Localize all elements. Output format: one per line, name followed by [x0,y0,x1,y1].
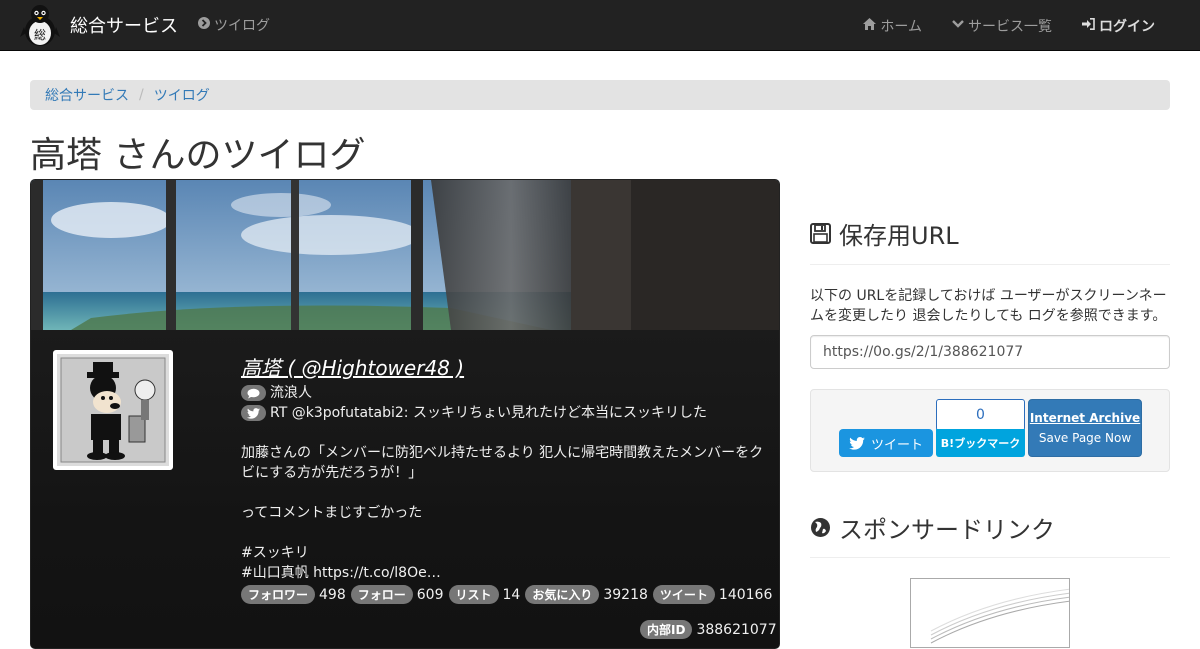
nav-item-services-label: サービス一覧 [968,18,1052,35]
brand-title: 総合サービス [70,16,178,37]
hatena-bookmark-button[interactable]: B!ブックマーク [936,429,1025,457]
internet-archive-button[interactable]: Internet Archive Save Page Now [1028,399,1142,457]
stat-tweets-label: ツイート [652,585,715,604]
profile-location: 流浪人 [270,385,312,401]
tweet-share-label: ツイート [870,437,923,453]
svg-text:総: 総 [34,28,46,42]
stat-followers-label: フォロワー [241,585,316,604]
profile-location-row: 流浪人 [241,383,771,403]
profile-info: 高塔 ( @Hightower48 ) 流浪人 RT @k3pofutatabi… [241,352,773,604]
stat-favorites-label: お気に入り [525,585,600,604]
page-title: 高塔 さんのツイログ [30,135,366,176]
internet-archive-subtitle: Save Page Now [1038,431,1132,445]
nav-item-login-label: ログイン [1099,18,1155,35]
share-buttons-panel: ツイート 0 B!ブックマーク Internet Archive Save Pa… [810,389,1170,472]
nav-item-home[interactable]: ホーム [848,16,937,36]
tweet-line-8: #山口真帆 https://t.co/l8Oe… [241,565,441,581]
nav-right-menu: ホーム サービス一覧 ログイン [848,0,1200,51]
save-url-description: 以下の URLを記録しておけば ユーザーがスクリーンネームを変更したり 退会した… [810,288,1167,324]
tweet-line-4 [241,483,771,503]
save-url-input[interactable] [810,335,1170,369]
divider [810,557,1170,558]
tweet-line-3: 加藤さんの「メンバーに防犯ベル持たせるより 犯人に帰宅時間教えたメンバーをクビに… [241,445,764,481]
nav-item-home-label: ホーム [880,18,922,35]
profile-latest-tweet-row: RT @k3pofutatabi2: スッキリちょい見れたけど本当にスッキリした [241,403,771,423]
stat-favorites-value: 39218 [603,586,648,603]
floppy-disk-icon [810,223,831,244]
globe-icon [810,517,831,538]
stat-tweets-value: 140166 [718,586,773,603]
penguin-logo-icon: 総 [20,3,60,47]
stat-following-value: 609 [416,586,444,603]
sign-in-icon [1082,17,1095,34]
stat-lists-value: 14 [502,586,521,603]
tweet-line-1: RT @k3pofutatabi2: スッキリちょい見れたけど本当にスッキリした [270,405,707,421]
profile-stats: フォロワー 498 フォロー 609 リスト 14 お気に入り 39218 ツイ… [241,585,773,604]
save-url-heading: 保存用URL [810,216,959,251]
sponsored-links-title: スポンサードリンク [839,516,1055,544]
chevron-down-icon [952,18,964,33]
brand-link[interactable]: 総 総合サービス [20,0,178,51]
divider [810,264,1170,265]
profile-banner-image [31,180,779,330]
save-url-title: 保存用URL [839,222,959,250]
tweet-line-5: ってコメントまじすごかった [241,505,423,521]
breadcrumb-separator: / [139,87,144,103]
tweet-body: 加藤さんの「メンバーに防犯ベル持たせるより 犯人に帰宅時間教えたメンバーをクビに… [241,423,771,583]
internet-archive-title: Internet Archive [1029,411,1141,425]
tweet-line-2 [241,423,771,443]
hatena-bookmark-count[interactable]: 0 [936,399,1025,431]
breadcrumb: 総合サービス / ツイログ [30,80,1170,110]
stat-following-label: フォロー [350,585,413,604]
sponsored-ad-banner[interactable] [910,578,1070,648]
breadcrumb-link-home[interactable]: 総合サービス [45,85,129,105]
tweet-share-button[interactable]: ツイート [839,429,933,457]
nav-link-twilog-label: ツイログ [214,18,270,34]
stat-lists-label: リスト [448,585,499,604]
comment-icon [241,385,266,401]
twitter-bird-icon [849,436,865,450]
nav-item-login[interactable]: ログイン [1067,16,1170,36]
twitter-bird-icon [241,405,266,421]
chevron-circle-right-icon [198,17,210,33]
profile-avatar [53,350,173,470]
breadcrumb-link-twilog[interactable]: ツイログ [154,85,210,105]
nav-link-twilog[interactable]: ツイログ [198,15,270,35]
nav-item-services[interactable]: サービス一覧 [937,16,1067,36]
profile-name-link[interactable]: 高塔 ( @Hightower48 ) [241,352,464,381]
home-icon [863,17,877,34]
stat-followers-value: 498 [319,586,346,603]
sponsored-links-heading: スポンサードリンク [810,510,1055,545]
tweet-line-6 [241,523,771,543]
tweet-line-7: #スッキリ [241,545,309,561]
top-navbar: 総 総合サービス ツイログ ホーム サービス一覧 ログイン [0,0,1200,51]
